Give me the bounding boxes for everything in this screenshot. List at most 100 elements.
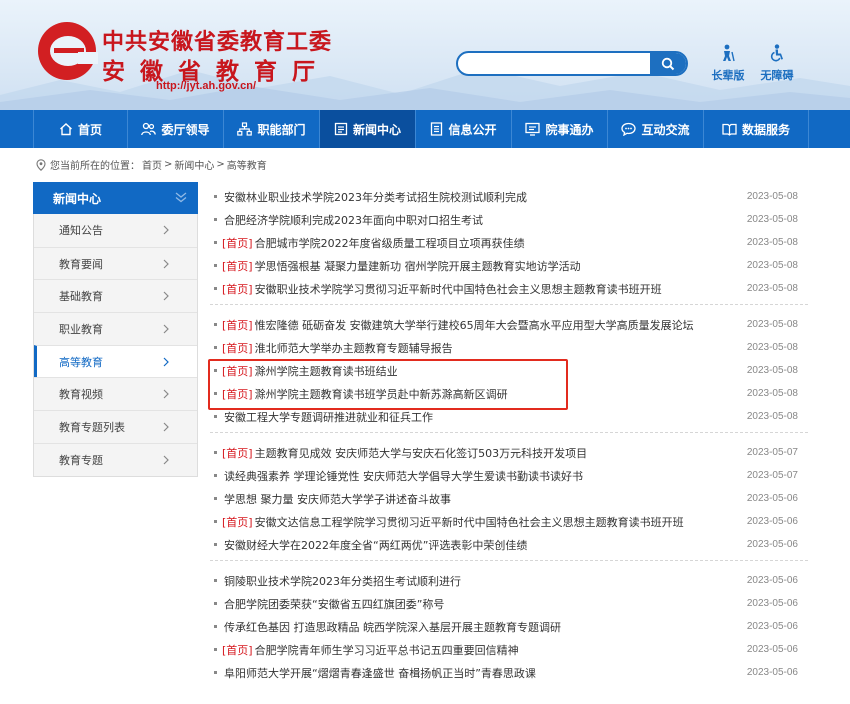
news-title-text: 传承红色基因 打造思政精品 皖西学院深入基层开展主题教育专题调研 [224, 620, 561, 634]
news-tag: [首页] [222, 259, 253, 273]
site-url: http://jyt.ah.gov.cn/ [156, 80, 257, 92]
sidebar-item-basic-education[interactable]: 基础教育 [34, 279, 197, 313]
sidebar-item-higher-education[interactable]: 高等教育 [34, 344, 197, 378]
elder-icon [723, 44, 735, 62]
news-item[interactable]: 铜陵职业技术学院2023年分类招生考试顺利进行 2023-05-06 [210, 569, 808, 592]
sidebar-item-education-news[interactable]: 教育要闻 [34, 246, 197, 280]
sidebar-item-notices[interactable]: 通知公告 [34, 214, 197, 247]
news-date: 2023-05-06 [746, 621, 798, 632]
breadcrumb-news-center[interactable]: 新闻中心 [174, 157, 214, 172]
news-item[interactable]: 安徽林业职业技术学院2023年分类考试招生院校测试顺利完成 2023-05-08 [210, 185, 808, 208]
news-date: 2023-05-06 [746, 539, 798, 550]
chevron-right-icon [163, 390, 169, 399]
news-item[interactable]: [首页] 主题教育见成效 安庆师范大学与安庆石化签订503万元科技开发项目 2023… [210, 441, 808, 464]
news-item[interactable]: [首页] 合肥学院青年师生学习习近平总书记五四重要回信精神 2023-05-06 [210, 638, 808, 661]
news-item[interactable]: 传承红色基因 打造思政精品 皖西学院深入基层开展主题教育专题调研 2023-05-… [210, 615, 808, 638]
news-title[interactable]: [首页] 淮北师范大学举办主题教育专题辅导报告 [222, 340, 453, 356]
news-title[interactable]: [首页] 滁州学院主题教育读书班学员赴中新苏滁高新区调研 [222, 386, 508, 402]
nav-item-home[interactable]: 首页 [33, 110, 127, 148]
news-title-text: 安徽职业技术学院学习贯彻习近平新时代中国特色社会主义思想主题教育读书班开班 [254, 282, 662, 296]
site-header: 中共安徽省委教育工委 安徽省教育厅 http://jyt.ah.gov.cn/ … [0, 0, 850, 110]
nav-item-leaders[interactable]: 委厅领导 [127, 110, 223, 148]
search-box [456, 51, 688, 76]
news-title[interactable]: [首页] 安徽职业技术学院学习贯彻习近平新时代中国特色社会主义思想主题教育读书班开… [222, 281, 662, 297]
data-icon [722, 123, 737, 136]
sidebar-item-topic-list[interactable]: 教育专题列表 [34, 410, 197, 443]
news-item[interactable]: 读经典强素养 学理论锤党性 安庆师范大学倡导大学生爱读书勤读书读好书 2023-0… [210, 464, 808, 487]
news-title[interactable]: [首页] 惟宏隆德 砥砺奋发 安徽建筑大学举行建校65周年大会暨高水平应用型大学高… [222, 317, 694, 333]
news-title[interactable]: 合肥学院团委荣获“安徽省五四红旗团委”称号 [222, 596, 444, 612]
news-title[interactable]: 安徽林业职业技术学院2023年分类考试招生院校测试顺利完成 [222, 189, 527, 205]
accessibility-button[interactable]: 无障碍 [757, 44, 797, 83]
nav-item-interaction[interactable]: 互动交流 [607, 110, 703, 148]
news-title-text: 阜阳师范大学开展“熠熠青春逢盛世 奋楫扬帆正当时”青春思政课 [224, 666, 536, 680]
nav-label: 新闻中心 [352, 122, 401, 137]
breadcrumb-home[interactable]: 首页 [142, 157, 162, 172]
news-item[interactable]: [首页] 安徽职业技术学院学习贯彻习近平新时代中国特色社会主义思想主题教育读书班开… [210, 277, 808, 300]
bullet-icon [214, 579, 217, 582]
breadcrumb-separator: > [216, 159, 225, 170]
nav-item-data-services[interactable]: 数据服务 [703, 110, 809, 148]
nav-item-departments[interactable]: 职能部门 [223, 110, 319, 148]
news-tag: [首页] [222, 387, 253, 401]
news-item[interactable]: [首页] 合肥城市学院2022年度省级质量工程项目立项再获佳绩 2023-05-08 [210, 231, 808, 254]
news-date: 2023-05-06 [746, 516, 798, 527]
bullet-icon [214, 323, 217, 326]
news-date: 2023-05-06 [746, 575, 798, 586]
sidebar-item-label: 教育专题 [59, 453, 103, 467]
news-title[interactable]: 学思想 聚力量 安庆师范大学学子讲述奋斗故事 [222, 491, 451, 507]
emblem-logo[interactable] [38, 22, 98, 80]
news-title-text: 安徽财经大学在2022年度全省“两红两优”评选表彰中荣创佳绩 [224, 538, 528, 552]
news-date: 2023-05-08 [746, 191, 798, 202]
news-title[interactable]: 读经典强素养 学理论锤党性 安庆师范大学倡导大学生爱读书勤读书读好书 [222, 468, 583, 484]
news-title[interactable]: 合肥经济学院顺利完成2023年面向中职对口招生考试 [222, 212, 483, 228]
nav-item-services[interactable]: 院事通办 [511, 110, 607, 148]
chevron-right-icon [163, 225, 169, 235]
nav-item-news[interactable]: 新闻中心 [319, 110, 415, 148]
sidebar-item-topics[interactable]: 教育专题 [34, 442, 197, 476]
news-item[interactable]: 安徽工程大学专题调研推进就业和征兵工作 2023-05-08 [210, 405, 808, 428]
nav-label: 首页 [77, 122, 102, 137]
sidebar-item-label: 教育视频 [59, 388, 103, 402]
news-item[interactable]: [首页] 滁州学院主题教育读书班学员赴中新苏滁高新区调研 2023-05-08 [210, 382, 808, 405]
news-item[interactable]: 合肥学院团委荣获“安徽省五四红旗团委”称号 2023-05-06 [210, 592, 808, 615]
news-tag: [首页] [222, 446, 253, 460]
news-title[interactable]: [首页] 学思悟强根基 凝聚力量建新功 宿州学院开展主题教育实地访学活动 [222, 258, 581, 274]
news-title[interactable]: [首页] 滁州学院主题教育读书班结业 [222, 363, 398, 379]
nav-item-info-disclosure[interactable]: 信息公开 [415, 110, 511, 148]
news-title[interactable]: 阜阳师范大学开展“熠熠青春逢盛世 奋楫扬帆正当时”青春思政课 [222, 665, 536, 681]
double-chevron-down-icon [175, 192, 187, 203]
news-item[interactable]: 学思想 聚力量 安庆师范大学学子讲述奋斗故事 2023-05-06 [210, 487, 808, 510]
elder-version-button[interactable]: 长辈版 [708, 44, 748, 83]
news-title[interactable]: 铜陵职业技术学院2023年分类招生考试顺利进行 [222, 573, 461, 589]
news-item[interactable]: 合肥经济学院顺利完成2023年面向中职对口招生考试 2023-05-08 [210, 208, 808, 231]
news-item[interactable]: [首页] 滁州学院主题教育读书班结业 2023-05-08 [210, 359, 808, 382]
search-input[interactable] [458, 53, 648, 74]
news-item[interactable]: [首页] 学思悟强根基 凝聚力量建新功 宿州学院开展主题教育实地访学活动 2023-… [210, 254, 808, 277]
news-item[interactable]: [首页] 安徽文达信息工程学院学习贯彻习近平新时代中国特色社会主义思想主题教育读书… [210, 510, 808, 533]
news-item[interactable]: 安徽财经大学在2022年度全省“两红两优”评选表彰中荣创佳绩 2023-05-06 [210, 533, 808, 556]
sidebar-item-education-video[interactable]: 教育视频 [34, 377, 197, 411]
main-nav: 首页 委厅领导 职能部门 新闻中心 信息公开 院事通办 互动交流 数据服务 [0, 110, 850, 148]
news-title[interactable]: [首页] 主题教育见成效 安庆师范大学与安庆石化签订503万元科技开发项目 [222, 445, 587, 461]
bullet-icon [214, 218, 217, 221]
search-button[interactable] [650, 53, 686, 74]
accessibility-label: 无障碍 [760, 69, 794, 82]
bullet-icon [214, 241, 217, 244]
news-date: 2023-05-08 [746, 411, 798, 422]
news-list: 安徽林业职业技术学院2023年分类考试招生院校测试顺利完成 2023-05-08 合… [210, 185, 808, 688]
news-title[interactable]: [首页] 安徽文达信息工程学院学习贯彻习近平新时代中国特色社会主义思想主题教育读书… [222, 514, 684, 530]
sidebar-item-label: 通知公告 [59, 224, 103, 238]
breadcrumb-separator: > [164, 159, 173, 170]
news-item[interactable]: 阜阳师范大学开展“熠熠青春逢盛世 奋楫扬帆正当时”青春思政课 2023-05-06 [210, 661, 808, 684]
sidebar-item-vocational-education[interactable]: 职业教育 [34, 312, 197, 345]
breadcrumb-higher-education[interactable]: 高等教育 [227, 157, 267, 172]
news-title[interactable]: 安徽财经大学在2022年度全省“两红两优”评选表彰中荣创佳绩 [222, 537, 527, 553]
news-title[interactable]: [首页] 合肥城市学院2022年度省级质量工程项目立项再获佳绩 [222, 235, 525, 251]
news-title[interactable]: [首页] 合肥学院青年师生学习习近平总书记五四重要回信精神 [222, 642, 519, 658]
news-item[interactable]: [首页] 惟宏隆德 砥砺奋发 安徽建筑大学举行建校65周年大会暨高水平应用型大学高… [210, 313, 808, 336]
news-title[interactable]: 传承红色基因 打造思政精品 皖西学院深入基层开展主题教育专题调研 [222, 619, 561, 635]
news-item[interactable]: [首页] 淮北师范大学举办主题教育专题辅导报告 2023-05-08 [210, 336, 808, 359]
news-title[interactable]: 安徽工程大学专题调研推进就业和征兵工作 [222, 409, 433, 425]
home-icon [60, 123, 72, 136]
